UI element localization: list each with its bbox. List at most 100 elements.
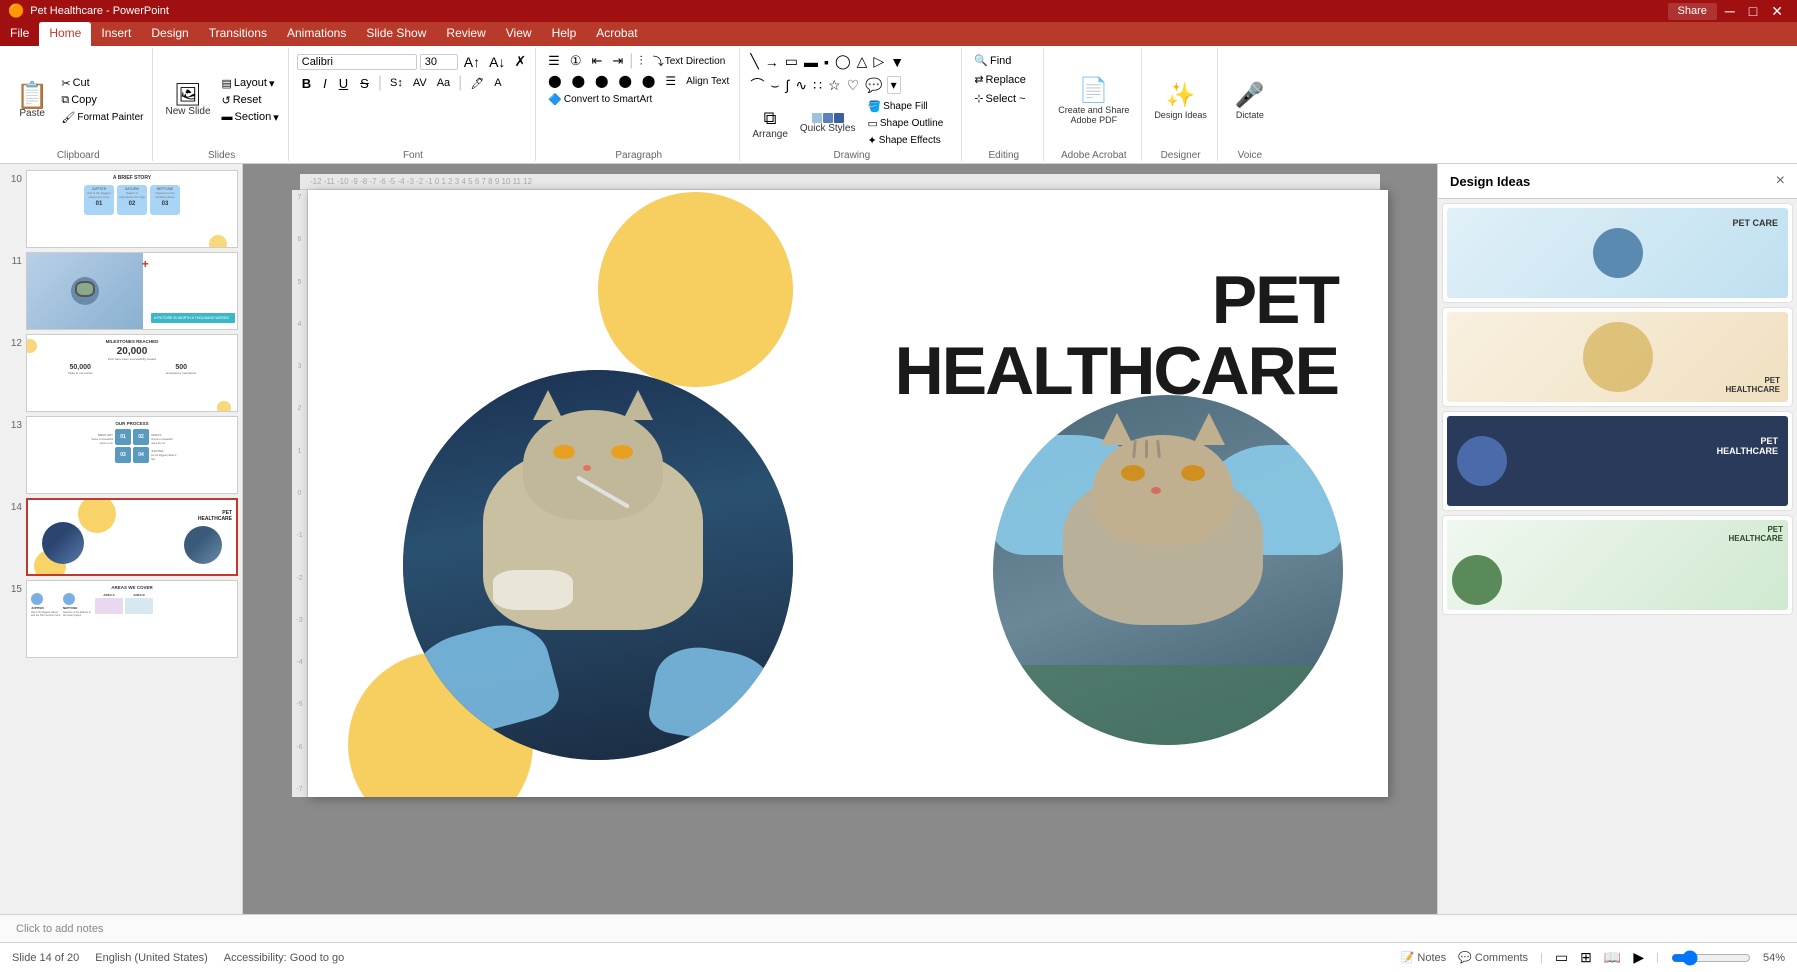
shape-line[interactable]: ╲ [748,52,760,71]
align-right[interactable]: ⬤ [591,73,612,89]
slide-thumbnail-10[interactable]: 10 A BRIEF STORY JUPITER this is the big… [4,170,238,248]
reset-button[interactable]: ↺ Reset [219,93,282,108]
char-spacing-button[interactable]: AV [409,76,431,90]
copy-button[interactable]: ⧉ Copy [58,93,146,108]
design-idea-4[interactable]: PETHEALTHCARE [1442,515,1793,615]
design-idea-3[interactable]: PETHEALTHCARE [1442,411,1793,511]
design-idea-1[interactable]: PET CARE [1442,203,1793,303]
shape-custom2[interactable]: ∫ [784,76,792,94]
replace-button[interactable]: ⇄ Replace [970,71,1037,88]
quick-styles-button[interactable]: Quick Styles [796,111,860,136]
italic-button[interactable]: I [318,75,332,92]
section-dropdown-icon: ▾ [273,111,279,124]
paste-button[interactable]: 📋 Paste [10,80,54,121]
tab-view[interactable]: View [496,22,542,46]
tab-home[interactable]: Home [39,22,91,46]
shape-arrow[interactable]: → [763,53,781,71]
tab-transitions[interactable]: Transitions [199,22,277,46]
shape-circle[interactable]: ◯ [833,52,853,71]
shape-rect3[interactable]: ▪ [822,53,831,71]
pet-healthcare-title: PET HEALTHCARE [895,265,1338,408]
dictate-button[interactable]: 🎤 Dictate [1231,79,1269,122]
find-button[interactable]: 🔍 Find [970,52,1037,69]
notes-placeholder[interactable]: Click to add notes [16,923,103,935]
slideshow-button[interactable]: ▶ [1633,949,1644,966]
shape-custom1[interactable]: ⌣ [768,76,781,95]
text-direction-button[interactable]: ⤵ Text Direction [649,52,730,70]
shape-fill-button[interactable]: 🪣 Shape Fill [863,99,947,114]
underline-button[interactable]: U [334,75,353,92]
tab-review[interactable]: Review [436,22,495,46]
font-family-select[interactable] [297,54,417,70]
shape-star[interactable]: ☆ [826,76,843,95]
create-pdf-button[interactable]: 📄 Create and Share Adobe PDF [1052,74,1135,127]
share-button[interactable]: Share [1668,3,1717,20]
align-left[interactable]: ⬤ [544,73,565,89]
section-button[interactable]: ▬ Section ▾ [219,110,282,125]
shape-custom4[interactable]: ∷ [811,76,824,95]
slide-thumbnail-13[interactable]: 13 OUR PROCESS MERCURYVenus is a beautif… [4,416,238,494]
align-more[interactable]: ⬤ [638,73,659,89]
align-center[interactable]: ⬤ [568,73,589,89]
cut-button[interactable]: ✂ Cut [58,76,146,91]
shape-callout[interactable]: 💬 [863,76,884,95]
bullets-button[interactable]: ☰ [544,52,564,70]
justify[interactable]: ⬤ [614,73,635,89]
arrange-button[interactable]: ⧉ Arrange [748,106,792,142]
columns-button[interactable]: ⫶ [635,52,646,70]
shape-custom3[interactable]: ∿ [793,76,809,95]
decrease-indent[interactable]: ⇤ [587,52,606,70]
slide-thumbnail-12[interactable]: 12 MILESTONES REACHED 20,000 Pets have b… [4,334,238,412]
font-case-button[interactable]: Aa [433,76,454,90]
font-size-decrease[interactable]: A↓ [486,53,508,71]
tab-slideshow[interactable]: Slide Show [356,22,436,46]
tab-insert[interactable]: Insert [91,22,141,46]
slide-thumbnail-11[interactable]: 11 + A PICTURE IS WORTH A THOUSAND WORDS [4,252,238,330]
font-size-select[interactable] [420,54,458,70]
slide-thumbnail-15[interactable]: 15 AREAS WE COVER JUPITER this is the bi… [4,580,238,658]
strikethrough-button[interactable]: S [355,75,374,92]
format-painter-button[interactable]: 🖌 Format Painter [58,110,146,125]
increase-indent[interactable]: ⇥ [608,52,627,70]
layout-button[interactable]: ▤ Layout ▾ [219,76,282,91]
numbering-button[interactable]: ① [566,52,586,70]
tab-design[interactable]: Design [141,22,198,46]
tab-acrobat[interactable]: Acrobat [586,22,647,46]
designer-panel-close[interactable]: × [1776,172,1785,190]
slide-thumbnail-14[interactable]: 14 PETHEALTHCARE [4,498,238,576]
shape-curve[interactable]: ⌒ [748,74,766,96]
shape-rect2[interactable]: ▬ [802,53,820,71]
bold-button[interactable]: B [297,75,316,92]
new-slide-button[interactable]: 🖼 New Slide [161,82,214,119]
convert-smartart-button[interactable]: 🔷 Convert to SmartArt [544,92,656,107]
align-text-button[interactable]: Align Text [682,75,733,88]
select-button[interactable]: ⊹ Select ~ [970,90,1037,107]
shapes-more-btn[interactable]: ▾ [887,76,901,94]
comments-button[interactable]: 💬 Comments [1458,951,1528,964]
slide-sorter-button[interactable]: ⊞ [1580,949,1592,966]
line-spacing[interactable]: ☰ [661,73,680,89]
design-ideas-button[interactable]: ✨ Design Ideas [1150,79,1211,122]
design-idea-2[interactable]: PETHEALTHCARE [1442,307,1793,407]
reading-view-button[interactable]: 📖 [1604,949,1621,966]
highlight-button[interactable]: 🖊 [466,76,488,91]
font-color-button[interactable]: A [490,76,505,90]
tab-file[interactable]: File [0,22,39,46]
font-size-increase[interactable]: A↑ [461,53,483,71]
notes-button[interactable]: 📝 Notes [1401,951,1446,964]
design-ideas-icon: ✨ [1166,81,1196,110]
text-shadow-button[interactable]: S↕ [386,76,407,90]
shape-triangle[interactable]: △ [855,52,870,71]
shape-rect[interactable]: ▭ [783,52,800,71]
shape-right-arrow[interactable]: ▷ [871,52,886,71]
shape-heart[interactable]: ♡ [845,76,862,95]
shape-more-arrow[interactable]: ▼ [888,53,906,71]
shape-outline-button[interactable]: ▭ Shape Outline [863,116,947,131]
tab-animations[interactable]: Animations [277,22,356,46]
tab-help[interactable]: Help [542,22,587,46]
shape-effects-button[interactable]: ✦ Shape Effects [863,133,947,148]
zoom-slider[interactable] [1671,950,1751,966]
zoom-level: 54% [1763,952,1785,964]
normal-view-button[interactable]: ▭ [1555,949,1568,966]
clear-formatting[interactable]: ✗ [511,52,529,71]
